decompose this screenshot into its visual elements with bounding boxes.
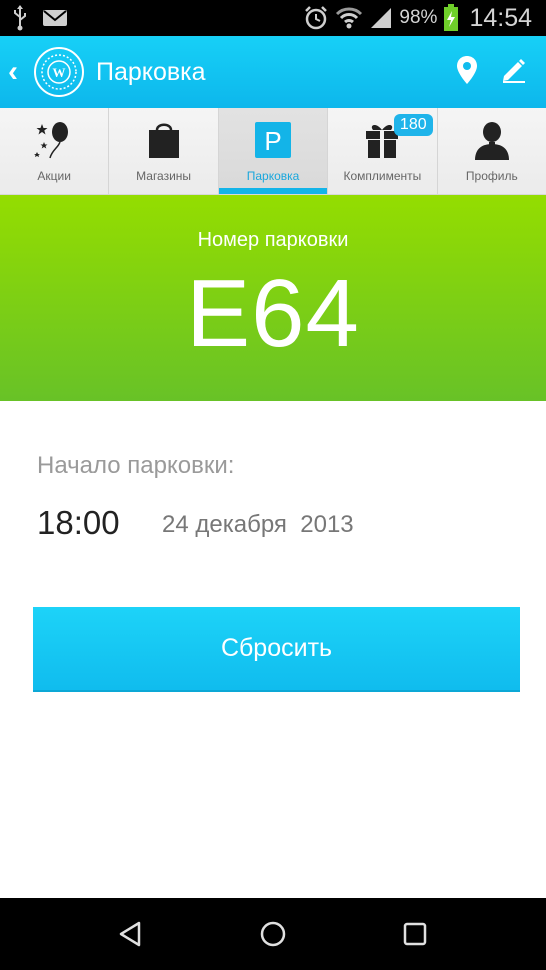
edit-pencil-icon[interactable] — [500, 56, 528, 89]
reset-button[interactable]: Сбросить — [33, 607, 520, 692]
signal-icon — [369, 6, 393, 30]
tab-bar: Акции Магазины P Парковка Комплименты 18… — [0, 108, 546, 195]
wifi-icon — [335, 6, 363, 30]
mail-icon — [42, 8, 68, 28]
location-pin-icon[interactable] — [456, 55, 478, 90]
tab-label: Профиль — [465, 169, 518, 183]
battery-percent: 98% — [399, 7, 438, 28]
action-bar: ‹ W Парковка — [0, 36, 546, 108]
tab-shops[interactable]: Магазины — [109, 108, 219, 194]
battery-icon — [443, 4, 459, 32]
balloon-stars-icon — [34, 120, 74, 160]
app-screen: 98% 14:54 ‹ W Парковка Акции Магазины P … — [0, 0, 546, 970]
tab-profile[interactable]: Профиль — [437, 108, 546, 194]
parking-number-label: Номер парковки — [197, 229, 349, 251]
tab-promotions[interactable]: Акции — [0, 108, 110, 194]
parking-number-panel: Номер парковки E64 — [0, 195, 546, 401]
tab-parking[interactable]: P Парковка — [218, 108, 329, 194]
tab-label: Комплименты — [343, 169, 422, 183]
compliments-count-badge: 180 — [393, 114, 433, 136]
back-chevron-icon[interactable]: ‹ — [8, 55, 30, 89]
app-logo[interactable]: W — [34, 47, 84, 97]
status-bar: 98% 14:54 — [0, 0, 546, 36]
recents-square-icon[interactable] — [385, 904, 445, 964]
svg-text:P: P — [264, 126, 281, 156]
tab-label: Магазины — [136, 169, 192, 183]
parking-icon: P — [255, 120, 292, 160]
svg-text:W: W — [53, 65, 66, 80]
parking-start-date: 24 декабря 2013 — [162, 511, 354, 538]
system-nav-bar — [0, 898, 546, 970]
parking-number-value: E64 — [186, 260, 360, 367]
parking-start-label: Начало парковки: — [37, 452, 235, 479]
parking-start-time: 18:00 — [37, 504, 120, 541]
shopping-bag-icon — [147, 120, 181, 160]
page-title: Парковка — [96, 57, 206, 86]
tab-compliments[interactable]: Комплименты 180 — [328, 108, 438, 194]
back-triangle-icon[interactable] — [101, 904, 161, 964]
home-circle-icon[interactable] — [243, 904, 303, 964]
tab-label: Акции — [37, 169, 71, 183]
alarm-icon — [303, 5, 329, 31]
tab-label: Парковка — [246, 169, 300, 183]
person-icon — [473, 120, 511, 160]
usb-icon — [12, 5, 28, 31]
status-time: 14:54 — [469, 3, 532, 32]
